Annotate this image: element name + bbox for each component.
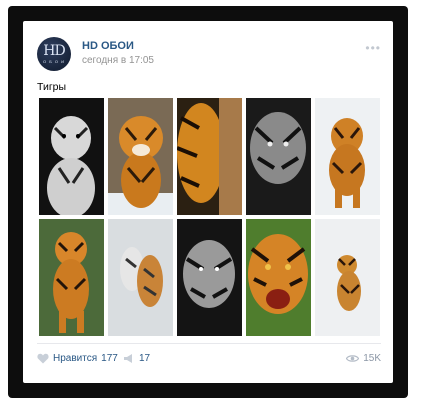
post-header: HD О Б О И HD ОБОИ сегодня в 17:05 •••: [37, 37, 381, 75]
like-button[interactable]: Нравится 177: [37, 353, 118, 364]
tiger-photo-6[interactable]: [39, 219, 104, 336]
tiger-photo-10[interactable]: [315, 219, 380, 336]
heart-icon: [37, 353, 49, 364]
like-count: 177: [101, 353, 118, 364]
tiger-photo-5[interactable]: [315, 98, 380, 215]
more-options-icon[interactable]: •••: [365, 41, 381, 55]
tiger-photo-7[interactable]: [108, 219, 173, 336]
share-button[interactable]: 17: [123, 353, 150, 364]
tiger-photo-3[interactable]: [177, 98, 242, 215]
tiger-photo-4[interactable]: [246, 98, 311, 215]
author-name[interactable]: HD ОБОИ: [82, 40, 134, 52]
views-counter: 15K: [346, 353, 381, 364]
tiger-photo-2[interactable]: [108, 98, 173, 215]
like-label: Нравится: [53, 353, 98, 364]
tiger-photo-9[interactable]: [246, 219, 311, 336]
tiger-photo-8[interactable]: [177, 219, 242, 336]
share-count: 17: [139, 353, 151, 364]
views-count: 15K: [363, 353, 381, 364]
avatar-logo-text: HD: [43, 43, 65, 59]
post-footer: Нравится 177 17 15K: [37, 351, 381, 371]
tiger-photo-1[interactable]: [39, 98, 104, 215]
post-time[interactable]: сегодня в 17:05: [82, 55, 154, 66]
post-text: Тигры: [37, 81, 67, 93]
post-card: HD О Б О И HD ОБОИ сегодня в 17:05 ••• Т…: [23, 21, 393, 383]
footer-divider: [37, 343, 381, 344]
megaphone-icon: [124, 354, 132, 363]
avatar-logo-subtext: О Б О И: [42, 59, 66, 64]
photo-grid: [39, 98, 381, 338]
eye-icon: [346, 355, 360, 362]
avatar[interactable]: HD О Б О И: [37, 37, 71, 71]
